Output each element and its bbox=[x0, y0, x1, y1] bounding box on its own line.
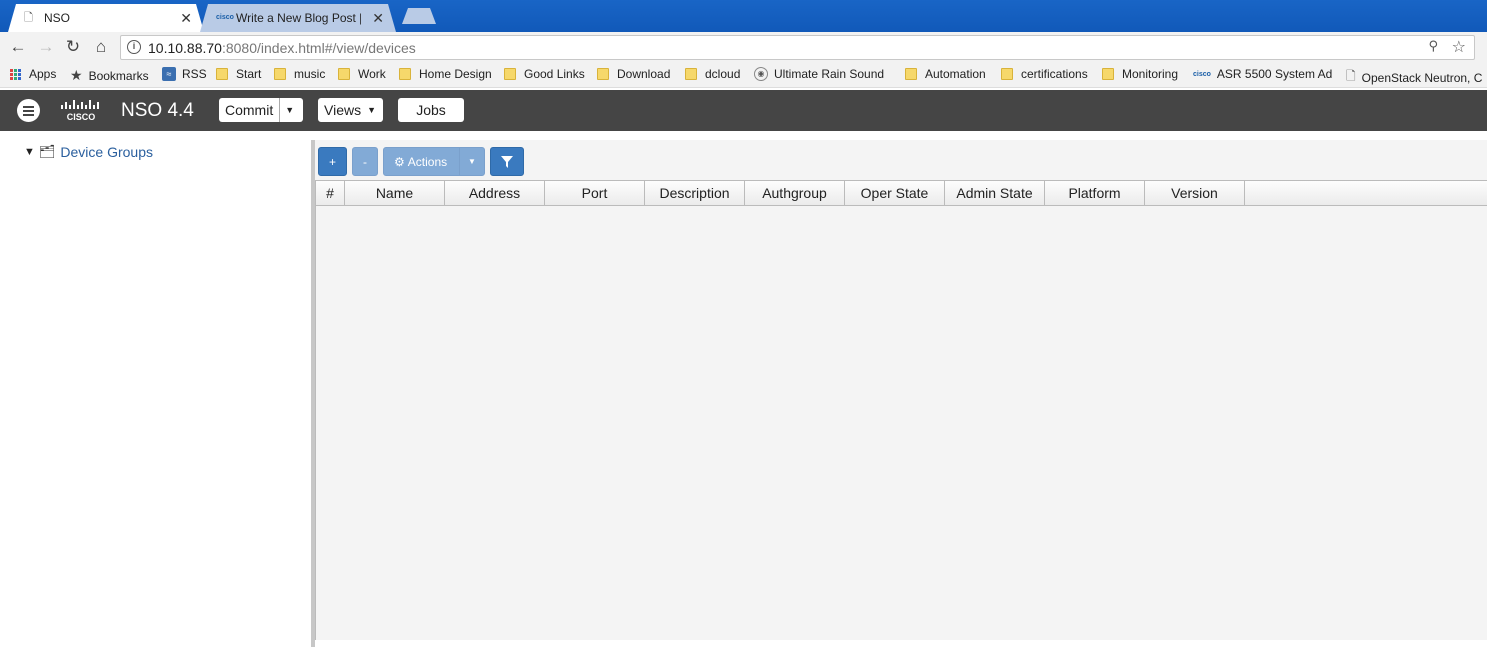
devices-table-body bbox=[315, 206, 1487, 640]
page-icon: 🗋 bbox=[24, 12, 33, 24]
actions-dropdown-button[interactable]: ▼ bbox=[459, 147, 485, 176]
svg-text:CISCO: CISCO bbox=[67, 112, 96, 122]
hamburger-menu-icon[interactable] bbox=[17, 99, 40, 122]
column-header-oper-state[interactable]: Oper State bbox=[845, 181, 945, 205]
bookmark-automation[interactable]: Automation bbox=[905, 67, 986, 81]
devices-table-header: # Name Address Port Description Authgrou… bbox=[315, 180, 1487, 206]
folder-icon bbox=[685, 68, 697, 80]
folder-icon bbox=[338, 68, 350, 80]
folder-icon bbox=[905, 68, 917, 80]
bookmark-download[interactable]: Download bbox=[597, 67, 670, 81]
cisco-icon: cisco bbox=[216, 14, 234, 21]
folder-icon bbox=[399, 68, 411, 80]
remove-label: - bbox=[363, 154, 367, 169]
column-header-platform[interactable]: Platform bbox=[1045, 181, 1145, 205]
page-icon: 🗋 bbox=[1346, 69, 1356, 83]
tab-title: NSO bbox=[44, 11, 71, 25]
key-icon[interactable]: ⚲ bbox=[1428, 38, 1438, 54]
device-groups-pane: ▼ 🗂 Device Groups bbox=[0, 131, 311, 647]
star-icon[interactable]: ☆ bbox=[1452, 37, 1466, 57]
url-text: 10.10.88.70:8080/index.html#/view/device… bbox=[148, 40, 416, 56]
app-title: NSO 4.4 bbox=[121, 100, 194, 121]
tree-item-label[interactable]: Device Groups bbox=[60, 144, 153, 160]
actions-label: Actions bbox=[407, 154, 448, 169]
actions-button[interactable]: ⚙ Actions bbox=[383, 147, 460, 176]
open-folder-icon: 🗂 bbox=[38, 144, 56, 159]
bookmark-monitoring[interactable]: Monitoring bbox=[1102, 67, 1178, 81]
commit-button[interactable]: Commit ▼ bbox=[219, 98, 303, 122]
new-tab-button[interactable] bbox=[402, 8, 436, 24]
star-icon: ★ bbox=[70, 67, 83, 83]
bookmark-music[interactable]: music bbox=[274, 67, 325, 81]
close-icon[interactable]: ✕ bbox=[372, 10, 384, 27]
column-header-port[interactable]: Port bbox=[545, 181, 645, 205]
folder-icon bbox=[597, 68, 609, 80]
tab-title: Write a New Blog Post | C bbox=[236, 11, 361, 25]
column-header-name[interactable]: Name bbox=[345, 181, 445, 205]
address-bar[interactable]: i 10.10.88.70:8080/index.html#/view/devi… bbox=[120, 35, 1475, 60]
column-header-authgroup[interactable]: Authgroup bbox=[745, 181, 845, 205]
folder-icon bbox=[1001, 68, 1013, 80]
browser-tab-blog[interactable]: cisco Write a New Blog Post | C ✕ bbox=[200, 4, 396, 32]
column-header-address[interactable]: Address bbox=[445, 181, 545, 205]
bookmark-dcloud[interactable]: dcloud bbox=[685, 67, 740, 81]
jobs-button[interactable]: Jobs bbox=[398, 98, 464, 122]
bookmark-bookmarks[interactable]: ★ Bookmarks bbox=[70, 67, 149, 84]
views-label: Views bbox=[324, 102, 362, 118]
column-header-admin-state[interactable]: Admin State bbox=[945, 181, 1045, 205]
browser-tab-nso[interactable]: 🗋 NSO ✕ bbox=[8, 4, 204, 32]
bookmark-rss[interactable]: ≈ RSS bbox=[162, 67, 207, 81]
tree-item-device-groups[interactable]: ▼ 🗂 Device Groups bbox=[24, 144, 153, 160]
add-label: + bbox=[328, 154, 336, 169]
folder-icon bbox=[274, 68, 286, 80]
close-icon[interactable]: ✕ bbox=[180, 10, 192, 27]
browser-tab-strip: 🗋 NSO ✕ cisco Write a New Blog Post | C … bbox=[0, 0, 1487, 32]
bookmark-openstack-neutron[interactable]: 🗋 OpenStack Neutron, C bbox=[1346, 67, 1487, 88]
bookmark-good-links[interactable]: Good Links bbox=[504, 67, 585, 81]
caret-down-icon[interactable]: ▼ bbox=[279, 98, 299, 122]
bookmark-certifications[interactable]: certifications bbox=[1001, 67, 1088, 81]
column-header-version[interactable]: Version bbox=[1145, 181, 1245, 205]
browser-toolbar: ← → ↻ ⌂ i 10.10.88.70:8080/index.html#/v… bbox=[0, 32, 1487, 62]
jobs-label: Jobs bbox=[416, 102, 446, 118]
folder-icon bbox=[504, 68, 516, 80]
info-icon[interactable]: i bbox=[127, 40, 141, 54]
cisco-logo: CISCO bbox=[61, 100, 99, 122]
views-button[interactable]: Views ▼ bbox=[318, 98, 383, 122]
cisco-icon: cisco bbox=[1193, 70, 1211, 78]
forward-arrow-icon[interactable]: → bbox=[36, 37, 56, 57]
reload-icon[interactable]: ↻ bbox=[63, 37, 83, 57]
bookmark-work[interactable]: Work bbox=[338, 67, 386, 81]
rss-icon: ≈ bbox=[162, 67, 176, 81]
gear-icon: ⚙ bbox=[394, 154, 405, 169]
filter-icon bbox=[501, 155, 513, 168]
caret-down-icon: ▼ bbox=[468, 157, 476, 166]
column-header-number[interactable]: # bbox=[315, 181, 345, 205]
bookmarks-bar: Apps ★ Bookmarks ≈ RSS Start music Work … bbox=[0, 62, 1487, 88]
bookmark-start[interactable]: Start bbox=[216, 67, 261, 81]
devices-pane: + - ⚙ Actions ▼ # Name Address Port Desc… bbox=[315, 140, 1487, 640]
caret-down-icon: ▼ bbox=[367, 105, 377, 115]
bookmark-home-design[interactable]: Home Design bbox=[399, 67, 492, 81]
home-icon[interactable]: ⌂ bbox=[91, 37, 111, 57]
expand-triangle-icon[interactable]: ▼ bbox=[24, 146, 35, 158]
column-header-description[interactable]: Description bbox=[645, 181, 745, 205]
bookmark-apps[interactable]: Apps bbox=[10, 67, 56, 81]
filter-button[interactable] bbox=[490, 147, 524, 176]
remove-device-button[interactable]: - bbox=[352, 147, 378, 176]
folder-icon bbox=[1102, 68, 1114, 80]
back-arrow-icon[interactable]: ← bbox=[8, 37, 28, 57]
add-device-button[interactable]: + bbox=[318, 147, 347, 176]
globe-icon: ◉ bbox=[754, 67, 768, 81]
apps-icon bbox=[10, 68, 21, 80]
commit-label: Commit bbox=[225, 102, 274, 118]
bookmark-ultimate-rain-sound[interactable]: ◉ Ultimate Rain Sound C bbox=[754, 67, 886, 81]
app-header: CISCO NSO 4.4 Commit ▼ Views ▼ Jobs bbox=[0, 90, 1487, 131]
folder-icon bbox=[216, 68, 228, 80]
bookmark-asr-5500[interactable]: cisco ASR 5500 System Adm bbox=[1193, 67, 1333, 81]
